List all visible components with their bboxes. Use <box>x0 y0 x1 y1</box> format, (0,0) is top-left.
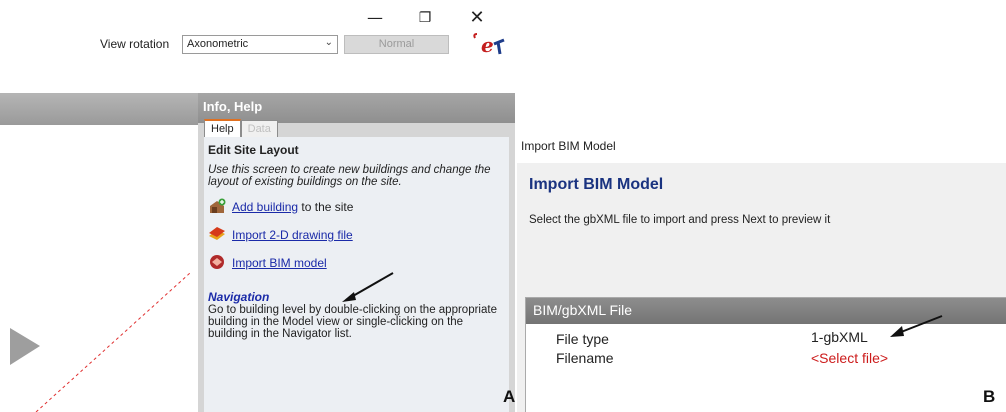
import-drawing-link[interactable]: Import 2-D drawing file <box>232 228 353 242</box>
import-drawing-icon <box>209 227 225 240</box>
file-type-label: File type <box>556 331 609 347</box>
chevron-down-icon: ⌄ <box>324 37 333 48</box>
dialog-heading: Import BIM Model <box>529 176 664 193</box>
help-description: Use this screen to create new buildings … <box>208 164 491 188</box>
action-import-drawing: Import 2-D drawing file <box>208 226 505 244</box>
window-controls: — ❐ ✕ <box>345 8 515 28</box>
svg-text:e: e <box>481 33 494 56</box>
view-toolbar: View rotation Axonometric ⌄ Normal e <box>0 33 515 56</box>
minimize-button[interactable]: — <box>363 8 387 28</box>
help-title: Edit Site Layout <box>208 143 299 157</box>
designbuilder-site-layout-panel: — ❐ ✕ View rotation Axonometric ⌄ Normal… <box>0 0 515 412</box>
view-rotation-select[interactable]: Axonometric ⌄ <box>182 35 338 54</box>
action-add-building: Add building to the site <box>208 198 505 216</box>
app-logo-icon: e <box>473 33 505 56</box>
bim-file-section: BIM/gbXML File File type 1-gbXML Filenam… <box>525 297 1006 412</box>
normal-button[interactable]: Normal <box>344 35 449 54</box>
import-bim-icon <box>210 255 224 269</box>
select-file-link[interactable]: <Select file> <box>811 350 888 366</box>
filename-label: Filename <box>556 350 614 366</box>
import-bim-dialog: Import BIM Model Import BIM Model Select… <box>515 0 1006 412</box>
maximize-button[interactable]: ❐ <box>413 8 437 28</box>
close-button[interactable]: ✕ <box>465 8 489 28</box>
figure-label-a: A <box>503 387 515 406</box>
dialog-window-title: Import BIM Model <box>521 139 616 153</box>
add-building-suffix: to the site <box>298 200 354 214</box>
model-view-graphics <box>10 272 191 412</box>
dialog-instruction: Select the gbXML file to import and pres… <box>529 214 831 226</box>
import-bim-link[interactable]: Import BIM model <box>232 256 327 270</box>
navigation-text: Go to building level by double-clicking … <box>208 304 497 340</box>
play-triangle-icon <box>10 328 40 365</box>
tab-help[interactable]: Help <box>204 119 241 137</box>
pointer-arrow-icon <box>342 272 394 302</box>
info-tabs: Help Data <box>204 119 278 138</box>
add-building-icon <box>210 198 226 213</box>
pointer-arrow-icon <box>890 315 943 337</box>
model-view-canvas[interactable] <box>0 93 200 412</box>
file-type-value[interactable]: 1-gbXML <box>811 329 868 345</box>
tab-data[interactable]: Data <box>240 120 278 138</box>
info-help-panel: Info, Help Help Data Edit Site Layout Use… <box>198 93 515 412</box>
dialog-content: Import BIM Model Select the gbXML file t… <box>517 163 1006 412</box>
view-rotation-value: Axonometric <box>187 38 249 50</box>
figure-label-b: B <box>983 387 996 406</box>
add-building-link[interactable]: Add building <box>232 200 298 214</box>
site-boundary-line <box>35 272 191 412</box>
view-rotation-label: View rotation <box>100 37 170 51</box>
